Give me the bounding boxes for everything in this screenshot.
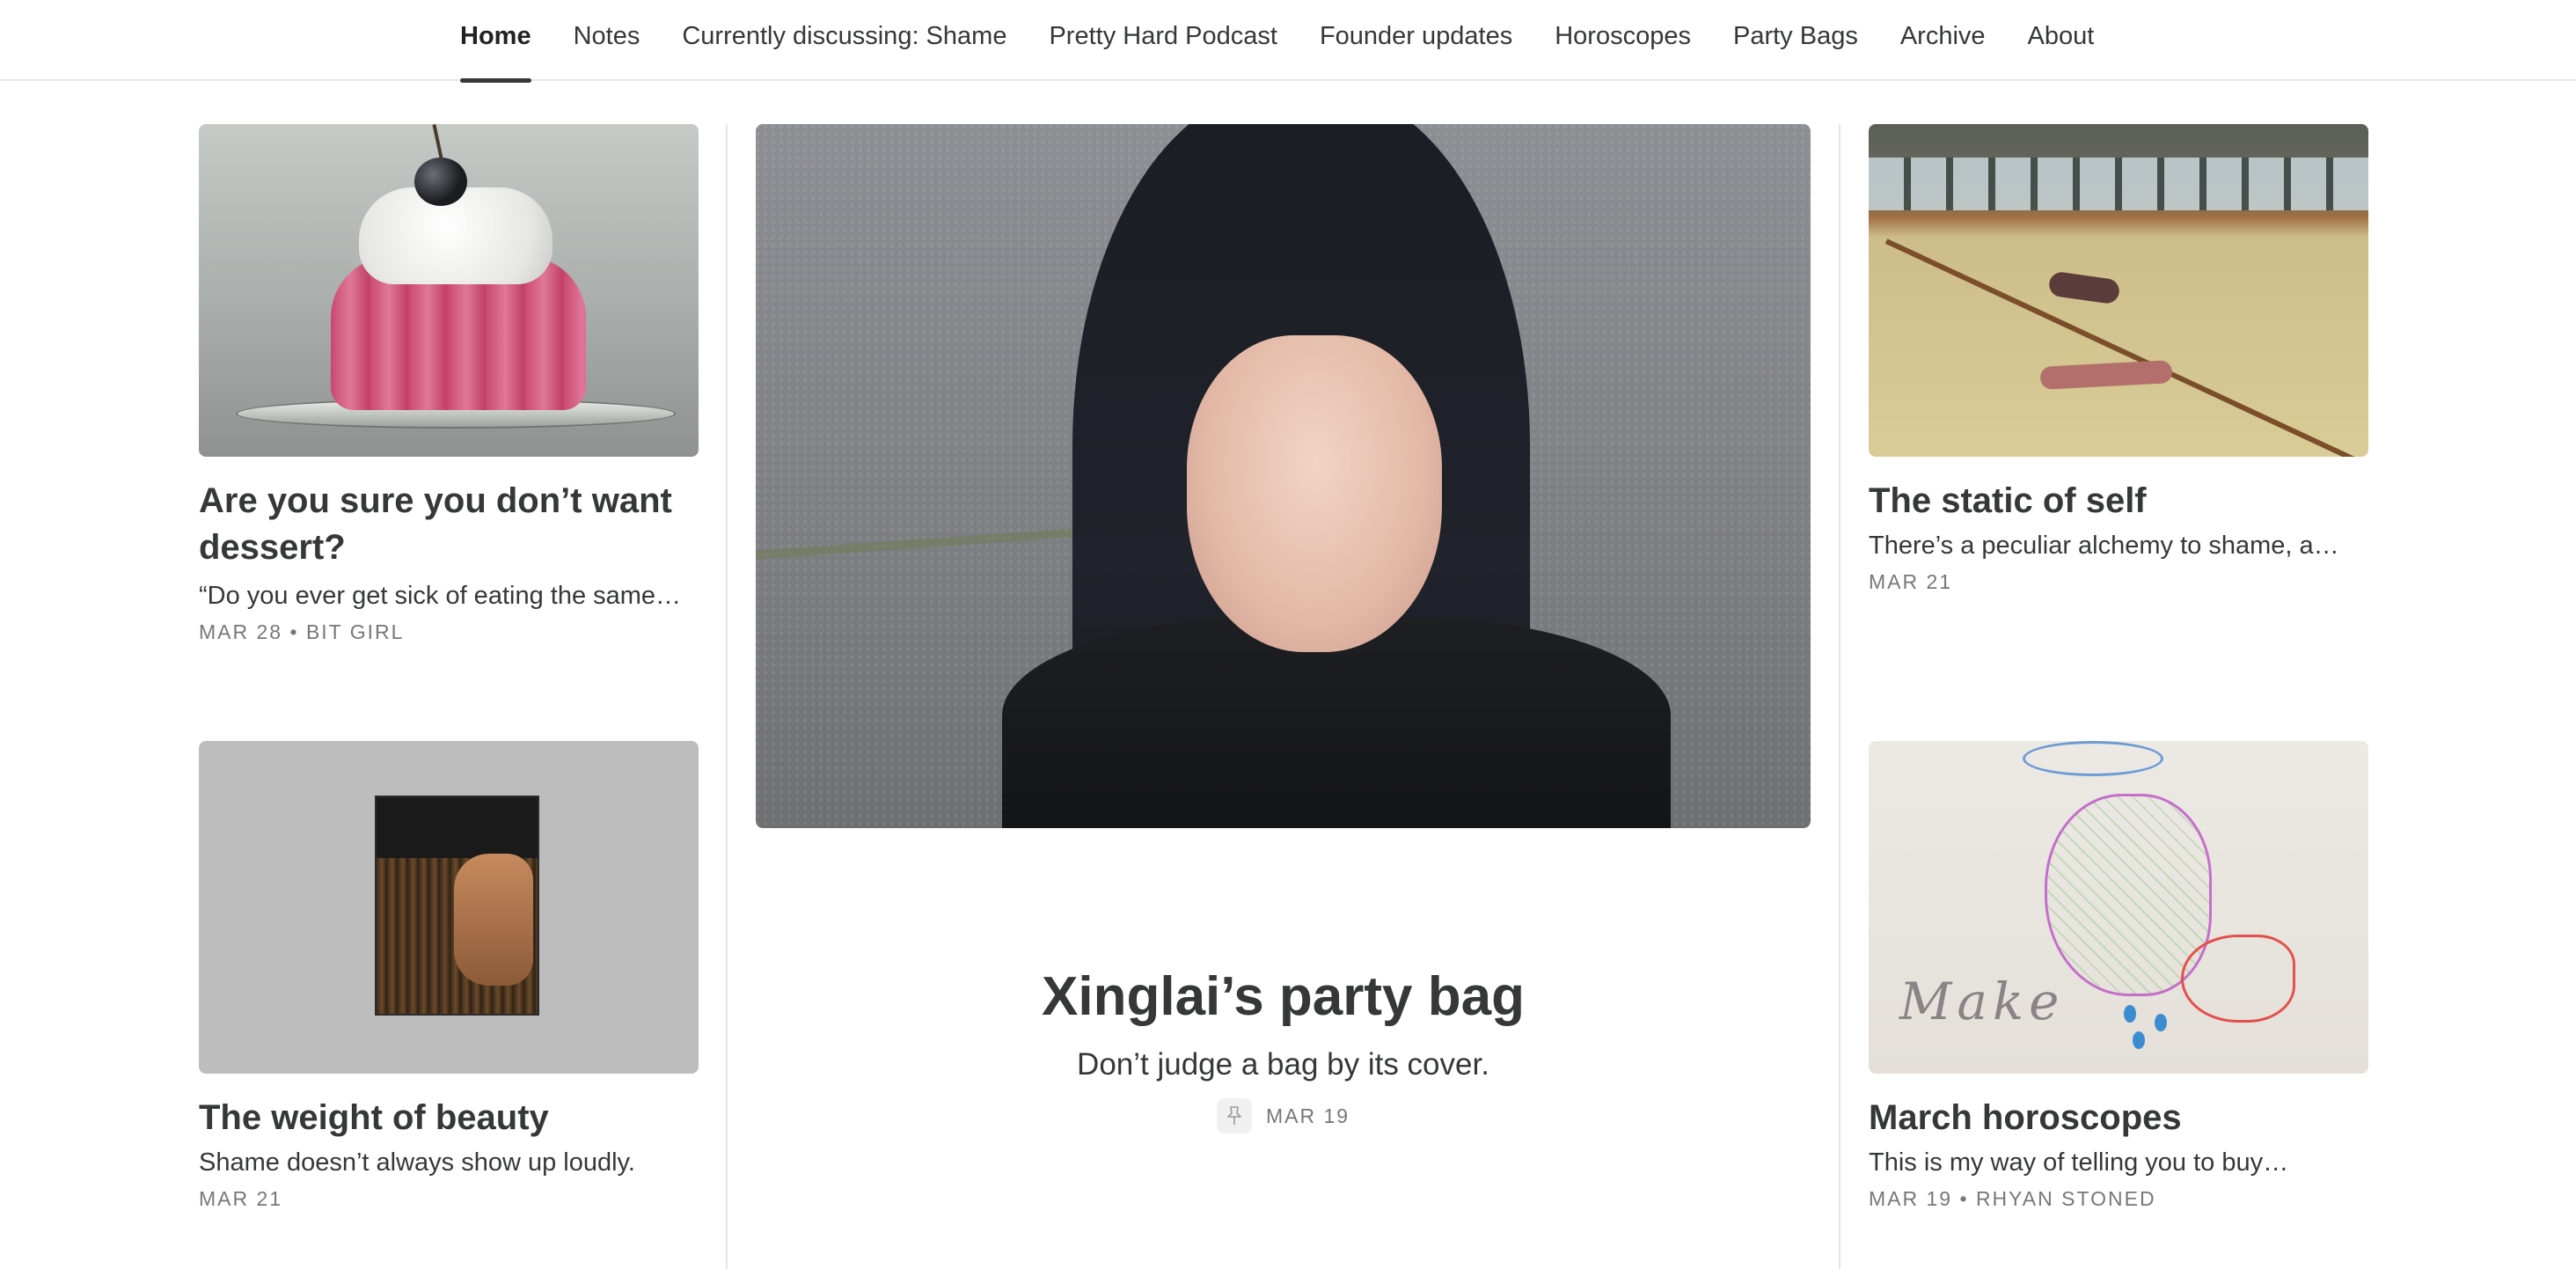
drawing-image-icon[interactable]: Make (1869, 741, 2368, 1074)
pin-glyph (1227, 1106, 1241, 1125)
post-date: MAR 21 (1869, 570, 1953, 593)
grass-shape (756, 524, 1125, 560)
nav-item-horoscopes[interactable]: Horoscopes (1555, 0, 1691, 81)
top-navigation: Home Notes Currently discussing: Shame P… (0, 0, 2576, 83)
cream-shape (359, 187, 553, 284)
pin-icon (1216, 1098, 1252, 1133)
post-meta: MAR 21 (1869, 570, 2368, 594)
nav-item-archive[interactable]: Archive (1900, 0, 1986, 81)
post-title[interactable]: The weight of beauty (199, 1095, 699, 1141)
featured-post: Xinglai’s party bag Don’t judge a bag by… (756, 959, 1811, 1133)
nav-list: Home Notes Currently discussing: Shame P… (460, 0, 2095, 83)
post-author[interactable]: RHYAN STONED (1976, 1187, 2156, 1210)
post-subtitle: This is my way of telling you to buy… (1869, 1148, 2289, 1177)
post-meta: MAR 21 (199, 1187, 699, 1211)
post-date: MAR 19 (1869, 1187, 1953, 1210)
jelly-dessert-photo-icon[interactable] (199, 124, 699, 457)
featured-photo-icon[interactable] (756, 124, 1811, 828)
post-card-march-horoscopes[interactable]: Make March horoscopes This is my way of … (1869, 741, 2368, 1211)
nav-item-notes[interactable]: Notes (574, 0, 640, 81)
featured-meta: MAR 19 (1216, 1098, 1350, 1133)
post-author[interactable]: BIT GIRL (306, 620, 404, 643)
featured-title[interactable]: Xinglai’s party bag (756, 959, 1811, 1035)
wing-shape (2181, 935, 2295, 1023)
nav-item-party-bags[interactable]: Party Bags (1733, 0, 1858, 81)
post-subtitle: Shame doesn’t always show up loudly. (199, 1148, 635, 1177)
post-date: MAR 21 (199, 1187, 283, 1210)
face-shape (1187, 335, 1442, 652)
post-card-static-of-self[interactable]: The static of self There’s a peculiar al… (1869, 124, 2368, 594)
halo-shape (2023, 741, 2163, 776)
post-meta: MAR 19 • RHYAN STONED (1869, 1187, 2368, 1211)
drawing-word: Make (1899, 972, 2065, 1031)
post-card-dessert[interactable]: Are you sure you don’t want dessert? “Do… (199, 124, 699, 644)
rail-shape (1884, 238, 2367, 457)
nav-item-about[interactable]: About (2028, 0, 2095, 81)
dot-shape (2124, 1005, 2136, 1023)
post-title[interactable]: The static of self (1869, 478, 2368, 524)
nav-item-home[interactable]: Home (460, 0, 531, 83)
featured-subtitle: Don’t judge a bag by its cover. (1077, 1047, 1489, 1082)
column-divider-left (726, 124, 728, 1269)
cherry-shape (414, 158, 467, 206)
post-subtitle: There’s a peculiar alchemy to shame, a… (1869, 532, 2339, 560)
gym-floor-photo-icon[interactable] (1869, 124, 2368, 457)
meta-separator: • (1959, 1187, 1969, 1210)
post-title[interactable]: Are you sure you don’t want dessert? (199, 478, 699, 571)
featured-date: MAR 19 (1265, 1104, 1350, 1127)
person-shape (2047, 270, 2121, 305)
post-date: MAR 28 (199, 620, 283, 643)
post-subtitle: “Do you ever get sick of eating the same… (199, 582, 682, 610)
post-title[interactable]: March horoscopes (1869, 1095, 2368, 1141)
face-shape (454, 854, 533, 986)
dot-shape (2133, 1031, 2145, 1049)
nav-item-founder-updates[interactable]: Founder updates (1320, 0, 1512, 81)
post-card-weight-of-beauty[interactable]: The weight of beauty Shame doesn’t alway… (199, 741, 699, 1211)
windows-shape (1869, 158, 2368, 210)
meta-separator: • (289, 620, 299, 643)
dot-shape (2155, 1014, 2167, 1031)
nav-item-currently-discussing[interactable]: Currently discussing: Shame (682, 0, 1006, 81)
post-meta: MAR 28 • BIT GIRL (199, 620, 699, 644)
portrait-photo-icon[interactable] (199, 741, 699, 1074)
person-shape (2039, 360, 2173, 390)
column-divider-right (1839, 124, 1841, 1269)
nav-item-podcast[interactable]: Pretty Hard Podcast (1049, 0, 1277, 81)
